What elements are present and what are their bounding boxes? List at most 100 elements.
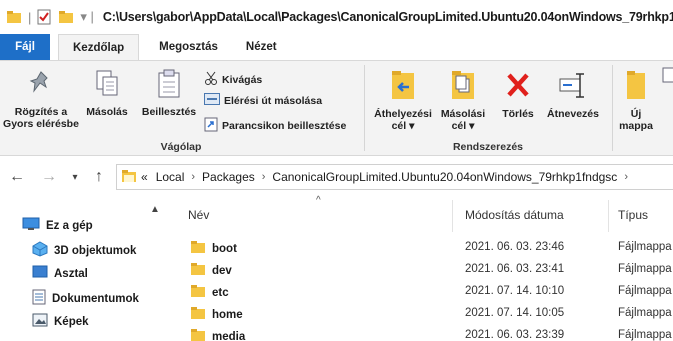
column-header-modified[interactable]: Módosítás dátuma xyxy=(465,208,564,222)
ribbon-group-divider xyxy=(612,65,613,151)
breadcrumb-separator-icon[interactable]: › xyxy=(624,171,628,183)
nav-item-3d-objects[interactable]: 3D objektumok xyxy=(32,241,136,260)
title-bar: | ▾ | C:\Users\gabor\AppData\Local\Packa… xyxy=(0,0,673,34)
copy-to-label-line2: cél xyxy=(451,120,467,132)
move-to-label-line2: cél xyxy=(391,120,407,132)
file-row[interactable]: dev 2021. 06. 03. 23:41 Fájlmappa xyxy=(168,258,673,280)
cut-button[interactable]: Kivágás xyxy=(204,71,262,88)
nav-item-documents[interactable]: Dokumentumok xyxy=(32,289,139,308)
tab-share[interactable]: Megosztás xyxy=(145,34,232,60)
copy-to-label-line1: Másolási xyxy=(440,108,486,120)
tab-home[interactable]: Kezdőlap xyxy=(58,34,140,60)
computer-icon xyxy=(22,217,40,234)
qat-separator: | xyxy=(28,9,32,25)
breadcrumb-ubuntu-package[interactable]: CanonicalGroupLimited.Ubuntu20.04onWindo… xyxy=(272,170,617,184)
recent-locations-chevron-icon[interactable]: ▾ xyxy=(64,172,86,183)
move-to-label-line1: Áthelyezési xyxy=(374,108,432,120)
paste-shortcut-label: Parancsikon beillesztése xyxy=(222,120,347,132)
nav-item-label: Ez a gép xyxy=(46,219,93,232)
back-arrow-icon[interactable]: ← xyxy=(6,168,28,186)
move-to-button[interactable]: Áthelyezési cél ▾ xyxy=(370,69,436,132)
file-modified: 2021. 07. 14. 10:05 xyxy=(465,307,565,319)
paste-shortcut-button[interactable]: Parancsikon beillesztése xyxy=(204,117,346,135)
new-folder-icon xyxy=(614,69,658,104)
rename-button[interactable]: Átnevezés xyxy=(542,69,604,120)
file-row[interactable]: media 2021. 06. 03. 23:39 Fájlmappa xyxy=(168,324,673,341)
clipboard-group: Rögzítés a Gyors elérésbe Másolás Beille… xyxy=(0,61,362,156)
organize-group: Áthelyezési cél ▾ Másolási cél ▾ Törlés … xyxy=(366,61,610,156)
tab-file[interactable]: Fájl xyxy=(0,34,50,60)
new-item-icon[interactable] xyxy=(662,67,673,88)
sort-ascending-icon: ^ xyxy=(316,195,321,206)
column-divider[interactable] xyxy=(452,200,453,232)
nav-item-pictures[interactable]: Képek xyxy=(32,313,89,330)
nav-item-label: 3D objektumok xyxy=(54,244,137,257)
file-type: Fájlmappa xyxy=(618,263,672,275)
cube-icon xyxy=(32,241,48,260)
file-type: Fájlmappa xyxy=(618,285,672,297)
address-folder-icon xyxy=(121,168,137,187)
file-modified: 2021. 07. 14. 10:10 xyxy=(465,285,565,297)
copy-path-button[interactable]: Elérési út másolása xyxy=(204,93,322,108)
nav-item-desktop[interactable]: Asztal xyxy=(32,265,88,282)
window-title: C:\Users\gabor\AppData\Local\Packages\Ca… xyxy=(102,10,673,24)
desktop-icon xyxy=(32,265,48,282)
pin-quick-access-button[interactable]: Rögzítés a Gyors elérésbe xyxy=(2,69,80,130)
breadcrumb-overflow-icon[interactable]: « xyxy=(141,170,148,184)
delete-label: Törlés xyxy=(502,108,534,120)
paste-icon xyxy=(140,69,198,102)
pictures-icon xyxy=(32,313,48,330)
file-row[interactable]: etc 2021. 07. 14. 10:10 Fájlmappa xyxy=(168,280,673,302)
copy-to-icon xyxy=(436,69,490,104)
up-arrow-icon[interactable]: ↑ xyxy=(88,168,110,186)
nav-item-label: Asztal xyxy=(54,267,88,280)
copy-path-icon xyxy=(204,93,220,108)
breadcrumb-local[interactable]: Local xyxy=(156,170,185,184)
copy-icon xyxy=(82,69,132,102)
pin-label-line1: Rögzítés a xyxy=(14,106,68,118)
file-name: dev xyxy=(212,264,232,277)
ribbon-tabs: Fájl Kezdőlap Megosztás Nézet xyxy=(0,34,673,60)
folder-icon xyxy=(190,306,206,323)
scissors-icon xyxy=(204,71,218,88)
file-name: home xyxy=(212,308,243,321)
address-bar[interactable]: « Local › Packages › CanonicalGroupLimit… xyxy=(116,164,673,190)
file-type: Fájlmappa xyxy=(618,307,672,319)
folder-icon xyxy=(190,284,206,301)
breadcrumb-separator-icon[interactable]: › xyxy=(262,171,266,183)
nav-item-this-pc[interactable]: Ez a gép xyxy=(22,217,93,234)
delete-x-icon xyxy=(496,69,540,104)
file-row[interactable]: boot 2021. 06. 03. 23:46 Fájlmappa xyxy=(168,236,673,258)
forward-arrow-icon[interactable]: → xyxy=(38,168,60,186)
copy-button[interactable]: Másolás xyxy=(82,69,132,118)
breadcrumb-packages[interactable]: Packages xyxy=(202,170,255,184)
file-row[interactable]: home 2021. 07. 14. 10:05 Fájlmappa xyxy=(168,302,673,324)
copy-path-label: Elérési út másolása xyxy=(224,94,323,107)
qat-dropdown-icon[interactable]: ▾ | xyxy=(80,9,94,25)
column-header-name[interactable]: Név xyxy=(188,208,209,222)
navigation-bar: ← → ▾ ↑ « Local › Packages › CanonicalGr… xyxy=(0,160,673,194)
folder-icon xyxy=(190,240,206,257)
column-header-type[interactable]: Típus xyxy=(618,208,648,222)
paste-button[interactable]: Beillesztés xyxy=(140,69,198,118)
pin-icon xyxy=(2,69,80,102)
organize-group-label: Rendszerezés xyxy=(452,141,524,153)
clipboard-group-label: Vágólap xyxy=(160,141,202,153)
cut-label: Kivágás xyxy=(222,73,263,86)
new-folder-button[interactable]: Új mappa xyxy=(614,69,658,132)
move-to-dropdown-icon: ▾ xyxy=(406,120,415,132)
scroll-up-icon[interactable]: ▲ xyxy=(150,204,160,215)
nav-item-label: Képek xyxy=(54,315,89,328)
documents-icon xyxy=(32,289,46,308)
delete-button[interactable]: Törlés xyxy=(496,69,540,120)
properties-icon[interactable] xyxy=(36,9,52,25)
new-folder-quick-icon[interactable] xyxy=(58,9,74,25)
copy-to-button[interactable]: Másolási cél ▾ xyxy=(436,69,490,132)
column-divider[interactable] xyxy=(608,200,609,232)
folder-app-icon xyxy=(6,9,22,25)
ribbon-group-divider xyxy=(364,65,365,151)
breadcrumb-separator-icon[interactable]: › xyxy=(191,171,195,183)
tab-view[interactable]: Nézet xyxy=(232,34,291,60)
file-modified: 2021. 06. 03. 23:41 xyxy=(465,263,565,275)
new-folder-label-line2: mappa xyxy=(619,120,653,132)
